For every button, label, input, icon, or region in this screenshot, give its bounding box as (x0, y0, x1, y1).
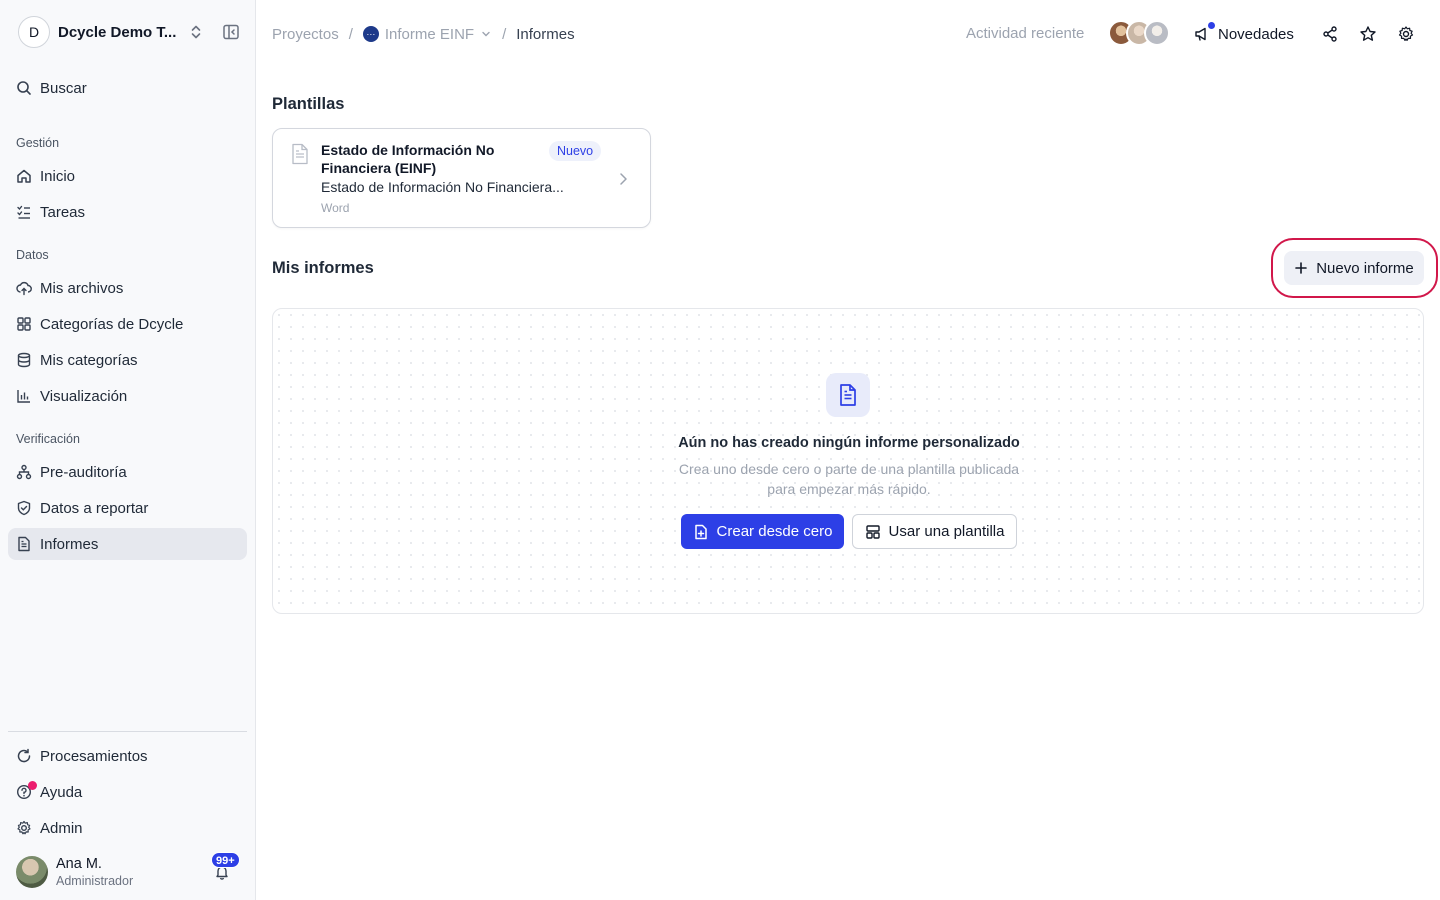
sitemap-icon (16, 464, 32, 480)
reports-heading: Mis informes (272, 259, 374, 277)
breadcrumb-proyectos[interactable]: Proyectos (272, 26, 339, 43)
sidebar-item-mis-categorias[interactable]: Mis categorías (8, 344, 247, 376)
upload-cloud-icon (16, 280, 32, 296)
sidebar-item-tareas[interactable]: Tareas (8, 196, 247, 228)
search-button[interactable]: Buscar (8, 72, 247, 104)
workspace-name: Dcycle Demo T... (58, 23, 176, 41)
empty-state-subtitle: Crea uno desde cero o parte de una plant… (678, 461, 1020, 497)
breadcrumb-separator: / (502, 25, 507, 43)
sidebar-item-pre-auditoria[interactable]: Pre-auditoría (8, 456, 247, 488)
news-notification-dot (1208, 22, 1215, 29)
section-label-datos: Datos (16, 248, 49, 262)
sidebar-item-label: Mis categorías (40, 351, 138, 369)
gear-icon (16, 820, 32, 836)
sidebar-item-label: Categorías de Dcycle (40, 315, 184, 333)
sidebar-item-categorias-dcycle[interactable]: Categorías de Dcycle (8, 308, 247, 340)
section-label-verificacion: Verificación (16, 432, 80, 446)
tasks-icon (16, 204, 32, 220)
breadcrumb-current: Informes (516, 25, 575, 43)
refresh-icon (16, 748, 32, 764)
template-icon (865, 524, 880, 539)
empty-state: Aún no has creado ningún informe persona… (272, 308, 1424, 614)
chevron-right-icon (620, 173, 627, 185)
sidebar-item-label: Datos a reportar (40, 499, 149, 517)
sidebar-item-label: Tareas (40, 203, 86, 221)
search-label: Buscar (40, 79, 87, 97)
chevron-up-down-icon[interactable] (186, 22, 206, 42)
sidebar: D Dcycle Demo T... Buscar Gestión Inicio… (0, 0, 256, 900)
notification-badge: 99+ (211, 852, 240, 868)
section-label-gestion: Gestión (16, 136, 60, 150)
breadcrumb-separator: / (348, 25, 353, 43)
megaphone-icon (1194, 22, 1215, 42)
create-from-scratch-button[interactable]: Crear desde cero (681, 514, 844, 549)
collaborator-avatars[interactable] (1108, 20, 1172, 48)
shield-check-icon (16, 500, 32, 516)
workspace-avatar: D (18, 16, 50, 48)
sidebar-item-label: Procesamientos (40, 747, 148, 765)
sidebar-item-inicio[interactable]: Inicio (8, 160, 247, 192)
user-profile[interactable]: Ana M. Administrador 99+ (16, 852, 246, 890)
document-icon (16, 536, 32, 552)
database-icon (16, 352, 32, 368)
chevron-down-icon[interactable] (480, 28, 492, 40)
document-icon (292, 143, 308, 165)
breadcrumb-project[interactable]: Informe EINF (385, 26, 474, 43)
news-button[interactable]: Novedades (1194, 22, 1294, 44)
templates-heading: Plantillas (272, 95, 345, 113)
status-badge: Nuevo (549, 141, 602, 161)
bar-chart-icon (16, 388, 32, 404)
template-card-einf[interactable]: Estado de Información No Financiera (EIN… (272, 128, 651, 228)
sidebar-divider (8, 731, 247, 732)
search-icon (16, 80, 32, 96)
recent-activity-link[interactable]: Actividad reciente (966, 25, 1084, 42)
workspace-switcher[interactable]: D Dcycle Demo T... (18, 16, 248, 48)
sidebar-item-datos-a-reportar[interactable]: Datos a reportar (8, 492, 247, 524)
new-file-icon (694, 524, 707, 539)
create-from-scratch-label: Crear desde cero (716, 523, 833, 540)
use-template-label: Usar una plantilla (888, 523, 1005, 540)
avatar (1144, 20, 1170, 46)
sidebar-item-label: Mis archivos (40, 279, 124, 297)
sidebar-item-label: Ayuda (40, 783, 83, 801)
empty-state-title: Aún no has creado ningún informe persona… (678, 435, 1020, 451)
sidebar-item-ayuda[interactable]: Ayuda (8, 776, 247, 808)
sidebar-item-mis-archivos[interactable]: Mis archivos (8, 272, 247, 304)
home-icon (16, 168, 32, 184)
sidebar-collapse-icon[interactable] (221, 22, 241, 42)
template-type: Word (321, 201, 350, 215)
settings-icon[interactable] (1397, 25, 1415, 43)
breadcrumb: Proyectos / ··· Informe EINF / Informes (272, 24, 575, 44)
sidebar-item-visualizacion[interactable]: Visualización (8, 380, 247, 412)
sidebar-item-informes[interactable]: Informes (8, 528, 247, 560)
sidebar-item-label: Inicio (40, 167, 76, 185)
grid-icon (16, 316, 32, 332)
user-role: Administrador (56, 874, 134, 888)
sidebar-item-label: Informes (40, 535, 99, 553)
star-icon[interactable] (1359, 25, 1377, 43)
sidebar-item-label: Pre-auditoría (40, 463, 127, 481)
user-name: Ana M. (56, 856, 102, 872)
project-icon: ··· (362, 26, 379, 42)
use-template-button[interactable]: Usar una plantilla (852, 514, 1017, 549)
document-icon (826, 373, 870, 417)
highlight-annotation (1271, 238, 1438, 298)
sidebar-item-admin[interactable]: Admin (8, 812, 247, 844)
avatar (16, 856, 48, 888)
sidebar-item-procesamientos[interactable]: Procesamientos (8, 740, 247, 772)
news-label: Novedades (1218, 25, 1294, 43)
sidebar-item-label: Visualización (40, 387, 128, 405)
share-icon[interactable] (1321, 25, 1339, 43)
template-title: Estado de Información No Financiera (EIN… (321, 142, 495, 176)
template-description: Estado de Información No Financiera... (321, 179, 564, 195)
sidebar-item-label: Admin (40, 819, 83, 837)
help-notification-dot (28, 781, 37, 790)
